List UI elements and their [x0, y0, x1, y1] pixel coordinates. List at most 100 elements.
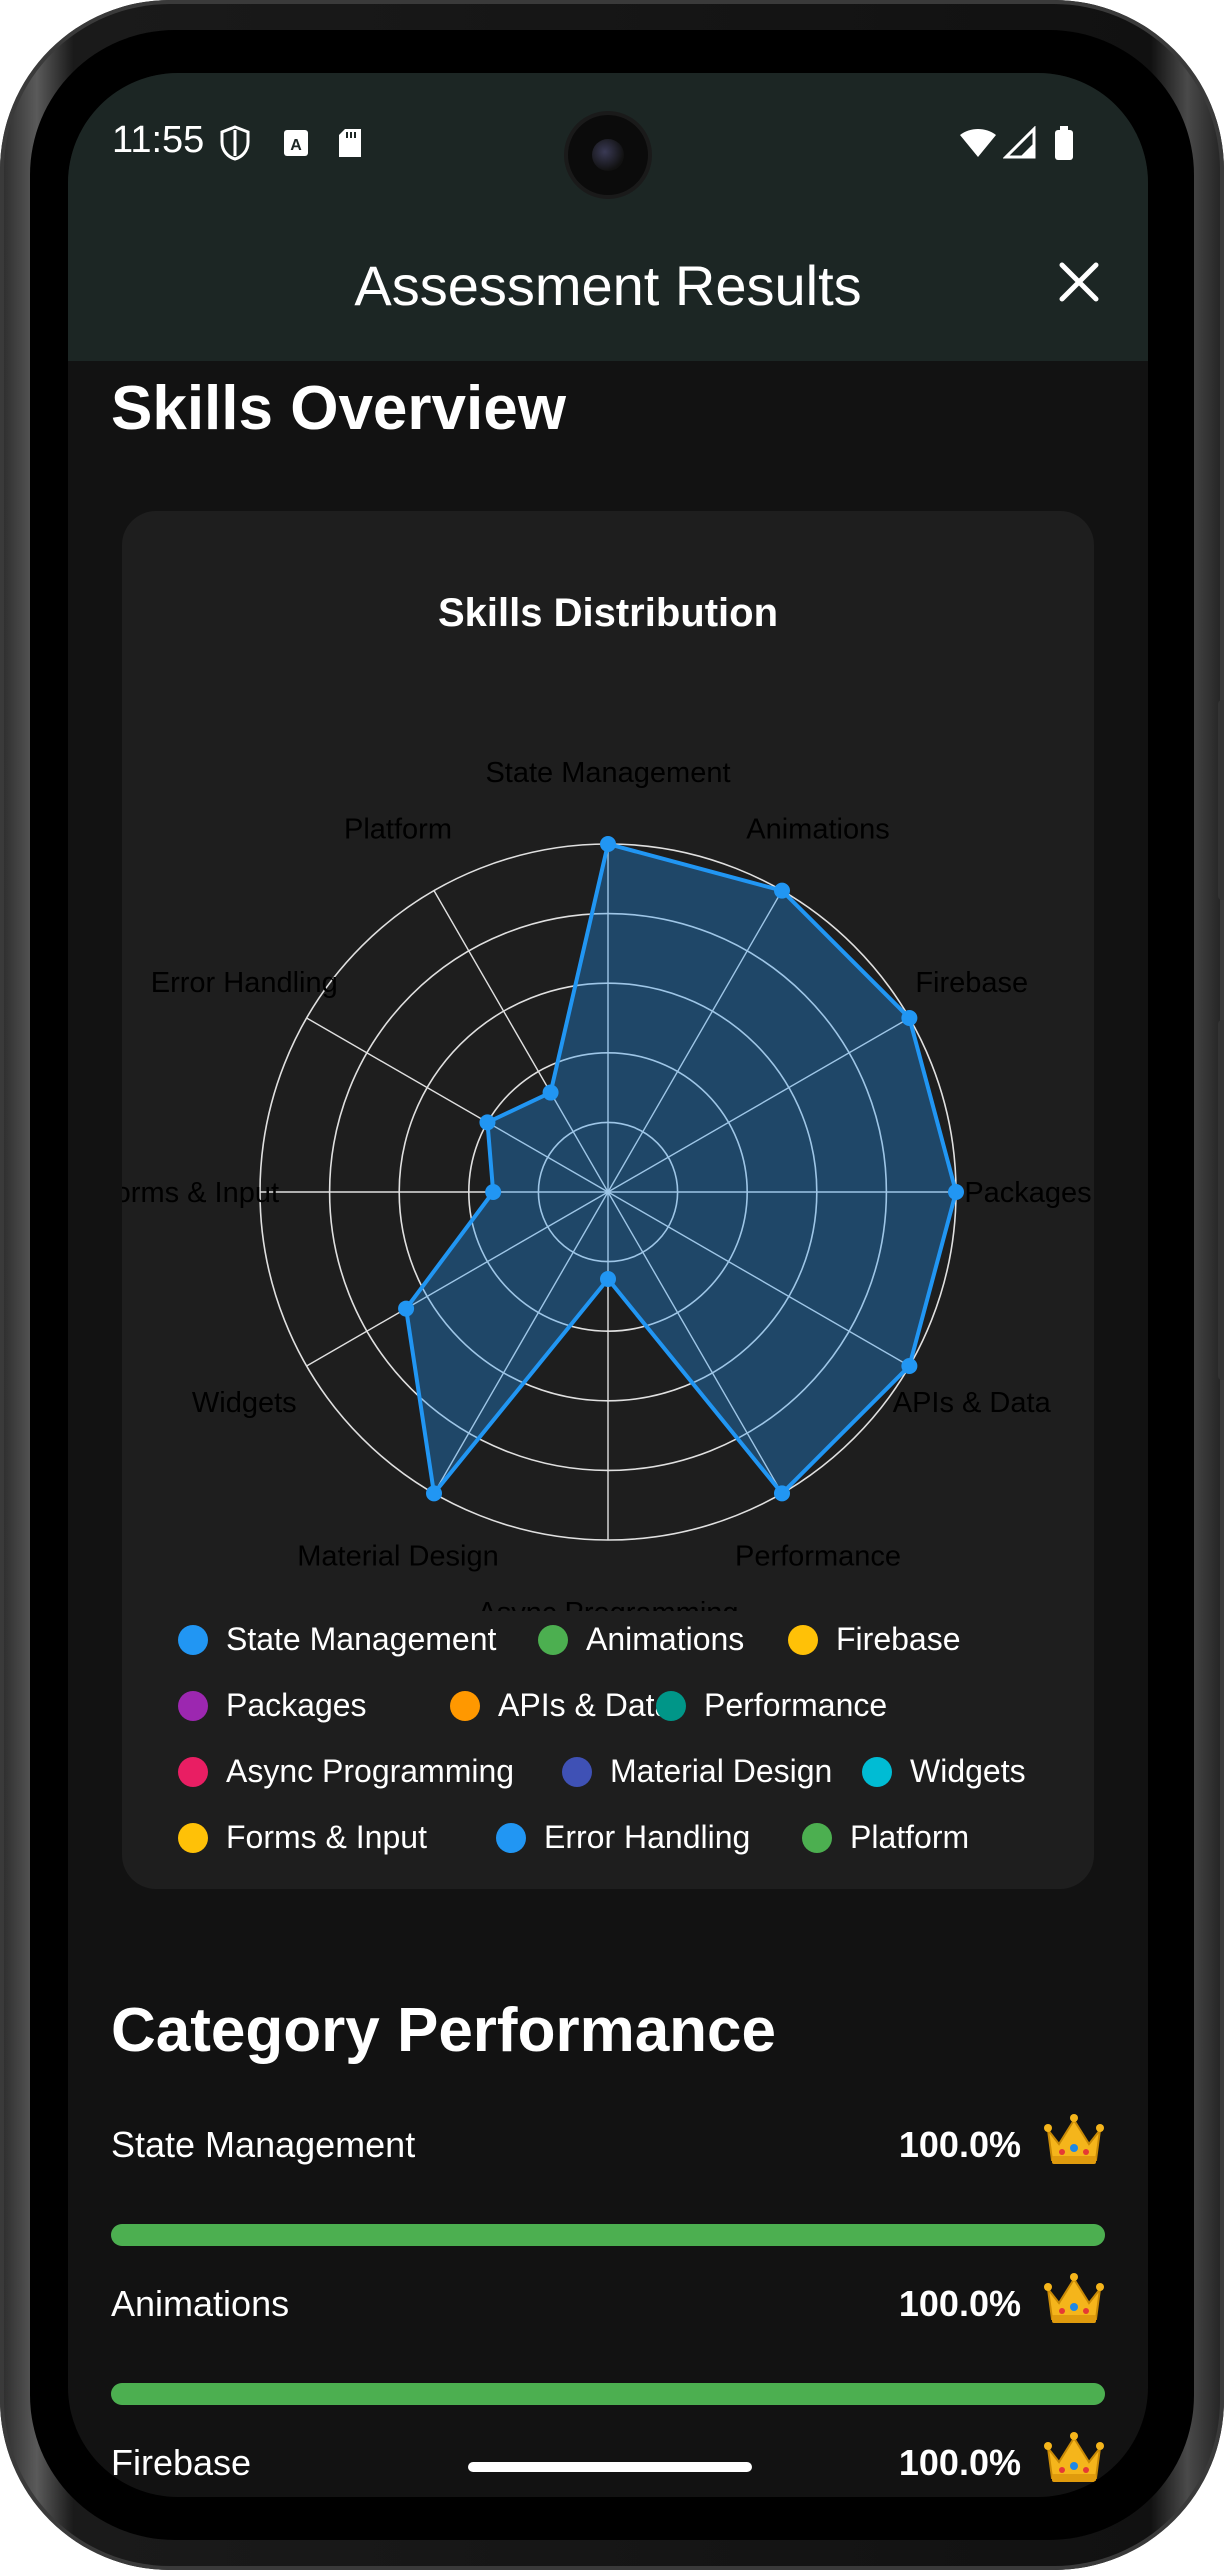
- progress-bar: [111, 2224, 1105, 2246]
- sd-card-icon: [334, 125, 366, 161]
- category-label: State Management: [111, 2124, 416, 2165]
- radar-axis-label: Platform: [344, 813, 452, 845]
- screen: 11:55 A Assessment Results Skills Overvi…: [68, 73, 1148, 2497]
- legend-dot: [562, 1756, 592, 1787]
- legend-item: APIs & Data: [450, 1687, 672, 1724]
- legend-item: Packages: [178, 1687, 367, 1724]
- status-time: 11:55: [112, 119, 205, 161]
- crown-icon: [1043, 2430, 1105, 2486]
- category-percent: 100.0%: [898, 2124, 1021, 2165]
- category-label: Firebase: [111, 2442, 252, 2483]
- radar-data-point: [774, 1485, 790, 1502]
- legend-item: Firebase: [788, 1621, 961, 1658]
- radar-axis-label: Performance: [735, 1541, 901, 1573]
- legend-dot: [656, 1690, 686, 1721]
- legend-dot: [178, 1822, 208, 1853]
- legend-dot: [538, 1624, 568, 1655]
- legend-label: Packages: [226, 1687, 367, 1723]
- legend-item: Performance: [656, 1687, 887, 1724]
- progress-fill: [111, 2224, 1105, 2246]
- volume-button: [1218, 700, 1224, 900]
- power-button: [1218, 1020, 1224, 1380]
- progress-fill: [111, 2383, 1105, 2405]
- legend-row: Forms & Input Error Handling Platform: [178, 1819, 1078, 1885]
- radar-axis-label: Firebase: [915, 967, 1028, 999]
- legend-item: Forms & Input: [178, 1819, 427, 1856]
- legend-label: Forms & Input: [226, 1819, 427, 1855]
- legend-dot: [178, 1624, 208, 1655]
- legend-dot: [450, 1690, 480, 1721]
- radar-series-area: [404, 842, 958, 1496]
- radar-data-point: [479, 1114, 496, 1131]
- radar-axis-label: Async Programming: [477, 1597, 738, 1611]
- svg-text:A: A: [290, 137, 302, 154]
- category-performance-heading: Category Performance: [111, 1996, 777, 2065]
- radar-chart: State Management Animations Firebase Packag…: [122, 757, 1092, 1611]
- radar-axis-label: State Management: [485, 757, 730, 789]
- signal-icon: [1002, 125, 1038, 161]
- legend-label: Widgets: [910, 1753, 1026, 1789]
- radar-data-point: [398, 1300, 415, 1317]
- legend-item: Animations: [538, 1621, 744, 1658]
- crown-icon: [1043, 2271, 1105, 2327]
- radar-axis-label: Forms & Input: [122, 1177, 279, 1209]
- close-button[interactable]: [1054, 257, 1104, 307]
- radar-axis-label: Material Design: [297, 1541, 498, 1573]
- radar-data-point: [901, 1358, 918, 1374]
- home-indicator[interactable]: [468, 2462, 752, 2472]
- battery-icon: [1052, 125, 1076, 161]
- radar-axis-label: APIs & Data: [893, 1387, 1052, 1419]
- radar-data-point: [485, 1184, 502, 1200]
- radar-axis-label: Error Handling: [151, 967, 338, 999]
- legend-label: Performance: [704, 1687, 888, 1723]
- legend-dot: [802, 1822, 832, 1853]
- legend-item: State Management: [178, 1621, 496, 1658]
- legend-dot: [496, 1822, 526, 1853]
- radar-data-point: [948, 1184, 964, 1200]
- legend-item: Error Handling: [496, 1819, 750, 1856]
- progress-bar: [111, 2383, 1105, 2405]
- radar-data-point: [426, 1485, 442, 1502]
- crown-icon: [1043, 2112, 1105, 2168]
- legend-row: State Management Animations Firebase: [178, 1621, 1078, 1687]
- legend-item: Platform: [802, 1819, 969, 1856]
- chart-legend: State Management Animations Firebase Packag…: [178, 1621, 1078, 1885]
- close-icon: [1059, 262, 1099, 302]
- legend-row: Async Programming Material Design Widgets: [178, 1753, 1078, 1819]
- legend-dot: [862, 1756, 892, 1787]
- legend-dot: [788, 1624, 818, 1655]
- skills-overview-heading: Skills Overview: [111, 374, 566, 443]
- legend-label: State Management: [226, 1621, 497, 1657]
- category-label: Animations: [111, 2283, 290, 2324]
- radar-data-point: [901, 1010, 918, 1026]
- skills-chart-card: Skills Distribution State Management Anim…: [122, 511, 1094, 1889]
- radar-data-point: [542, 1084, 559, 1101]
- legend-label: Platform: [850, 1819, 970, 1855]
- wifi-icon: [958, 125, 998, 161]
- legend-dot: [178, 1690, 208, 1721]
- radar-data-point: [774, 882, 790, 899]
- radar-axis-label: Packages: [964, 1177, 1091, 1209]
- radar-data-point: [600, 836, 616, 852]
- radar-axis-label: Widgets: [192, 1387, 297, 1419]
- front-camera: [568, 115, 648, 195]
- app-bar-title: Assessment Results: [354, 254, 862, 317]
- shield-icon: [218, 125, 252, 161]
- radar-axis-label: Animations: [746, 813, 889, 845]
- legend-label: Error Handling: [544, 1819, 751, 1855]
- legend-row: Packages APIs & Data Performance: [178, 1687, 1078, 1753]
- category-percent: 100.0%: [898, 2283, 1021, 2324]
- legend-label: Async Programming: [226, 1753, 515, 1789]
- legend-label: Animations: [586, 1621, 745, 1657]
- legend-dot: [178, 1756, 208, 1787]
- legend-item: Async Programming: [178, 1753, 514, 1790]
- legend-item: Widgets: [862, 1753, 1026, 1790]
- app-bar: 11:55 A Assessment Results: [68, 73, 1148, 361]
- phone-frame: 11:55 A Assessment Results Skills Overvi…: [0, 0, 1224, 2570]
- radar-data-point: [600, 1271, 616, 1287]
- status-bar: 11:55 A: [68, 73, 1148, 213]
- legend-label: Firebase: [836, 1621, 961, 1657]
- keyboard-icon: A: [280, 125, 312, 161]
- legend-label: APIs & Data: [498, 1687, 673, 1723]
- category-percent: 100.0%: [898, 2442, 1021, 2483]
